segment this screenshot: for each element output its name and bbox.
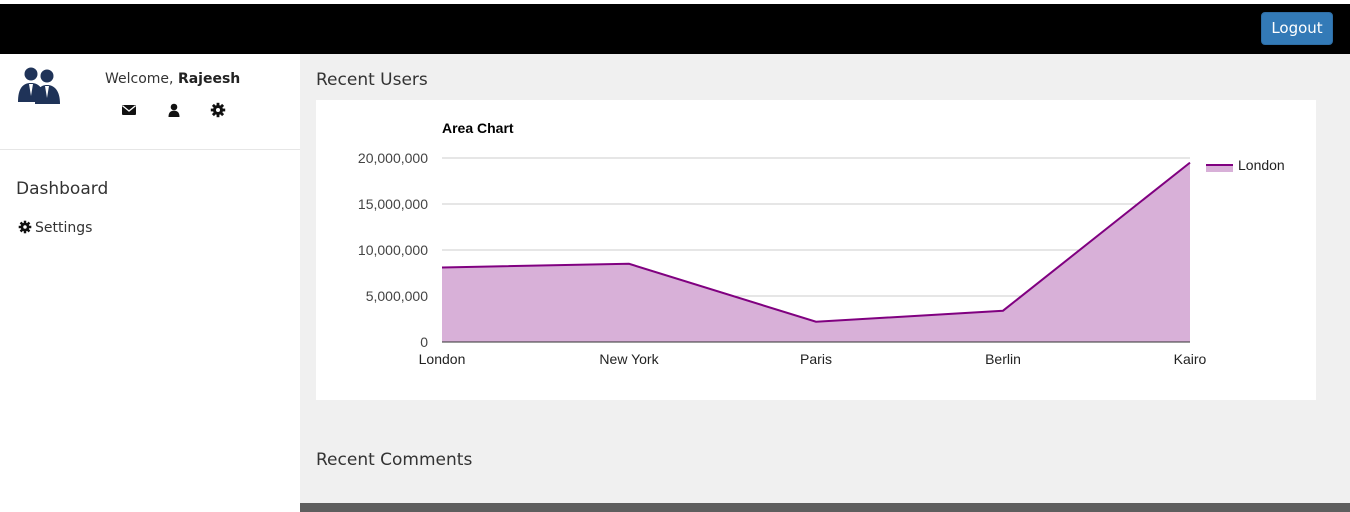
recent-users-title: Recent Users	[316, 70, 428, 90]
recent-comments-title: Recent Comments	[316, 450, 473, 470]
legend-swatch	[1206, 165, 1233, 172]
main-content: Recent Users Area Chart 0 5,000,000 10,000,…	[300, 54, 1350, 512]
gear-icon	[18, 220, 32, 234]
y-tick-label: 0	[420, 334, 428, 350]
x-tick-label: Berlin	[985, 351, 1021, 367]
x-tick-label: Paris	[800, 351, 832, 367]
area-chart: Area Chart 0 5,000,000 10,000,000 15,000,000…	[358, 120, 1285, 367]
logout-button[interactable]: Logout	[1261, 12, 1333, 45]
user-icon[interactable]	[166, 102, 182, 118]
welcome-prefix: Welcome,	[105, 71, 174, 87]
welcome-text: Welcome, Rajeesh	[105, 71, 240, 87]
x-tick-label: London	[419, 351, 466, 367]
sidebar-item-label: Settings	[35, 220, 93, 236]
chart-title: Area Chart	[442, 120, 514, 136]
envelope-icon[interactable]	[121, 102, 137, 118]
gear-icon[interactable]	[210, 102, 226, 118]
footer-bar	[300, 503, 1350, 512]
top-navbar: Logout	[0, 4, 1350, 54]
sidebar: Welcome, Rajeesh Dashboard Settings	[0, 54, 300, 512]
y-tick-label: 5,000,000	[366, 288, 428, 304]
y-tick-label: 20,000,000	[358, 150, 428, 166]
legend-label: London	[1238, 157, 1285, 173]
quick-icons	[120, 102, 230, 120]
user-name: Rajeesh	[177, 71, 241, 87]
sidebar-item-settings[interactable]: Settings	[18, 220, 92, 238]
users-avatar-icon	[15, 66, 63, 106]
y-tick-label: 10,000,000	[358, 242, 428, 258]
nav-title-dashboard[interactable]: Dashboard	[16, 179, 108, 199]
profile-panel: Welcome, Rajeesh	[0, 54, 300, 150]
y-tick-label: 15,000,000	[358, 196, 428, 212]
x-tick-label: New York	[599, 351, 659, 367]
area-chart-panel: Area Chart 0 5,000,000 10,000,000 15,000,000…	[316, 100, 1316, 400]
x-tick-label: Kairo	[1174, 351, 1207, 367]
